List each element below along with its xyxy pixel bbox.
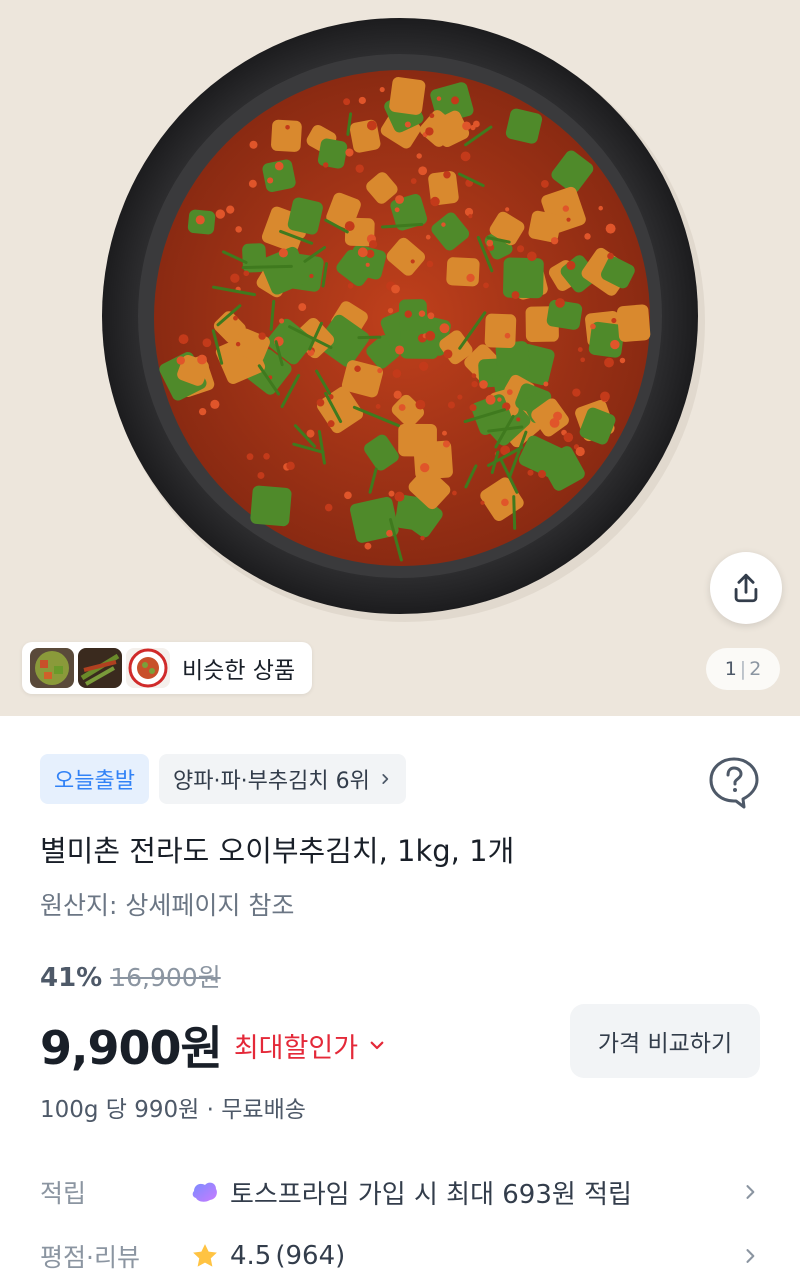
page-current: 1 [724, 658, 737, 680]
points-value: 토스프라임 가입 시 최대 693원 적립 [230, 1179, 632, 1210]
product-title: 별미촌 전라도 오이부추김치, 1kg, 1개 [40, 834, 515, 868]
page-separator: | [739, 658, 747, 680]
star-icon [193, 1244, 217, 1267]
similar-products-button[interactable]: 비슷한 상품 [22, 642, 312, 694]
similar-thumb-2 [78, 648, 122, 688]
product-origin: 원산지: 상세페이지 참조 [40, 891, 295, 920]
share-icon [734, 573, 758, 603]
page-total: 2 [749, 658, 762, 680]
similar-thumb-3 [126, 648, 170, 688]
points-row[interactable]: 적립 토스프라임 가입 시 최대 693원 적립 [40, 1172, 760, 1212]
original-price: 16,900원 [110, 963, 221, 992]
points-label: 적립 [40, 1179, 87, 1208]
image-page-indicator: 1 | 2 [706, 648, 780, 690]
today-delivery-badge: 오늘출발 [40, 754, 149, 804]
max-discount-toggle[interactable]: 최대할인가 [234, 1026, 386, 1065]
review-rating: 4.5 [230, 1241, 272, 1271]
chevron-right-icon [746, 1249, 755, 1263]
similar-thumb-1 [30, 648, 74, 688]
max-discount-label: 최대할인가 [233, 1032, 359, 1064]
question-icon[interactable] [706, 754, 762, 810]
unit-price-shipping: 100g 당 990원 · 무료배송 [40, 1097, 306, 1123]
chevron-down-icon [370, 1041, 384, 1050]
badge-row: 오늘출발 양파·파·부추김치 6위 [40, 754, 406, 804]
chevron-right-icon [382, 774, 389, 784]
discount-row: 41% 16,900원 [40, 958, 221, 994]
review-row[interactable]: 평점·리뷰 4.5 (964) [40, 1236, 760, 1276]
category-rank-label: 양파·파·부추김치 6위 [172, 769, 370, 794]
review-count: (964) [275, 1241, 346, 1271]
product-photo [0, 0, 800, 716]
price-row: 9,900원 최대할인가 [40, 1012, 386, 1078]
similar-products-label: 비슷한 상품 [182, 658, 296, 684]
toss-prime-icon [192, 1182, 217, 1202]
review-label: 평점·리뷰 [40, 1243, 140, 1272]
product-image-carousel[interactable]: 비슷한 상품 1 | 2 [0, 0, 800, 716]
discount-rate: 41% [40, 963, 103, 993]
price-compare-button[interactable]: 가격 비교하기 [570, 1004, 760, 1078]
chevron-right-icon [746, 1185, 755, 1199]
share-button[interactable] [710, 552, 782, 624]
current-price: 9,900원 [40, 1021, 223, 1075]
category-rank-badge[interactable]: 양파·파·부추김치 6위 [158, 754, 406, 804]
